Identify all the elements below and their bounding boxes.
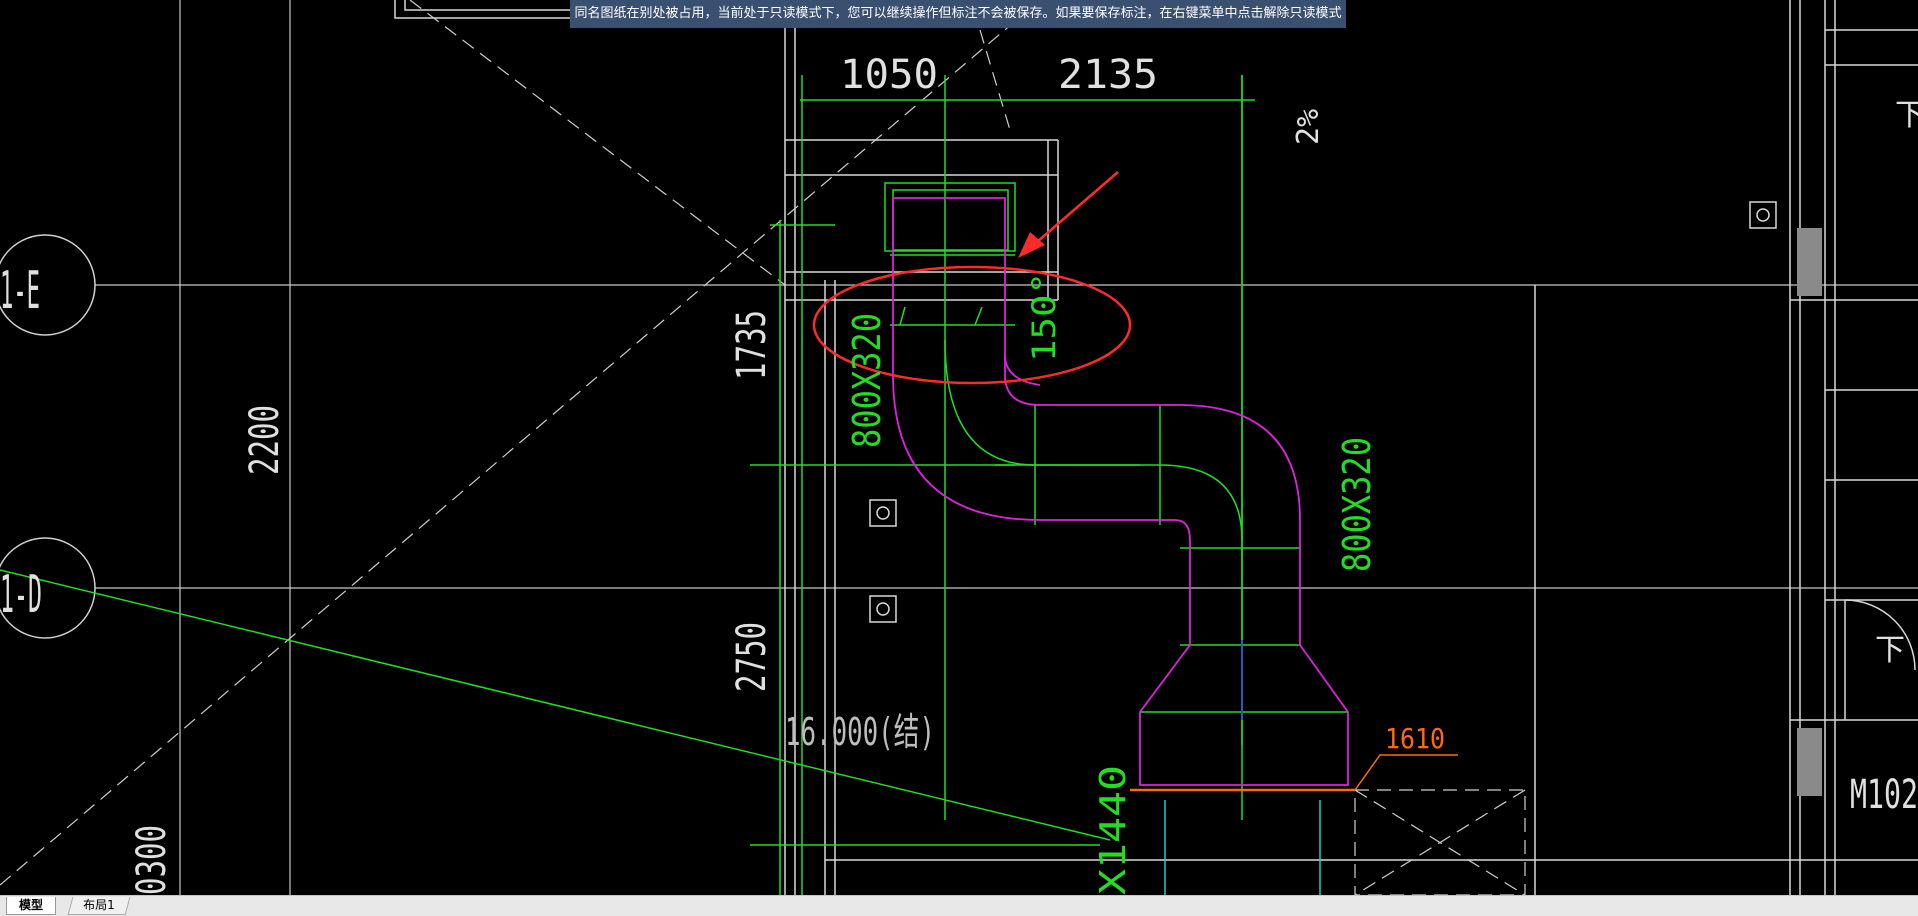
tab-layout1-label: 布局1: [83, 898, 115, 912]
duct-size-label-2: 800X320: [1335, 437, 1379, 572]
elevation-label: 16.000(结): [785, 710, 935, 754]
cad-drawing-canvas[interactable]: 1050 2135 2% 1735 2200 2750 0300 1-E 1-D…: [0, 0, 1918, 895]
tab-layout1[interactable]: 布局1: [67, 897, 131, 915]
axis-label-e: 1-E: [0, 261, 40, 321]
dim-1050: 1050: [840, 52, 938, 98]
dim-1735: 1735: [729, 310, 775, 380]
label-1610: 1610: [1385, 722, 1445, 755]
axis-label-d: 1-D: [0, 565, 42, 625]
slope-label: 2%: [1291, 109, 1326, 145]
label-down-1: 下: [1895, 98, 1918, 133]
door-label: M102: [1850, 772, 1918, 818]
layout-tab-bar: 模型 布局1: [0, 895, 1918, 916]
wall-fill: [1797, 228, 1822, 296]
tab-model[interactable]: 模型: [6, 897, 57, 915]
dim-2750: 2750: [729, 622, 775, 692]
dim-2200: 2200: [242, 405, 288, 475]
dim-2135: 2135: [1058, 52, 1158, 98]
duct-size-label-1: 800X320: [845, 313, 889, 448]
wall-fill: [1797, 728, 1822, 796]
label-1440: X1440: [1093, 765, 1134, 895]
label-down-2: 下: [1875, 633, 1905, 668]
dim-0300: 0300: [129, 825, 175, 895]
readonly-banner: 同名图纸在别处被占用，当前处于只读模式下，您可以继续操作但标注不会被保存。如果要…: [570, 0, 1346, 28]
angle-label: 150°: [1025, 272, 1063, 362]
